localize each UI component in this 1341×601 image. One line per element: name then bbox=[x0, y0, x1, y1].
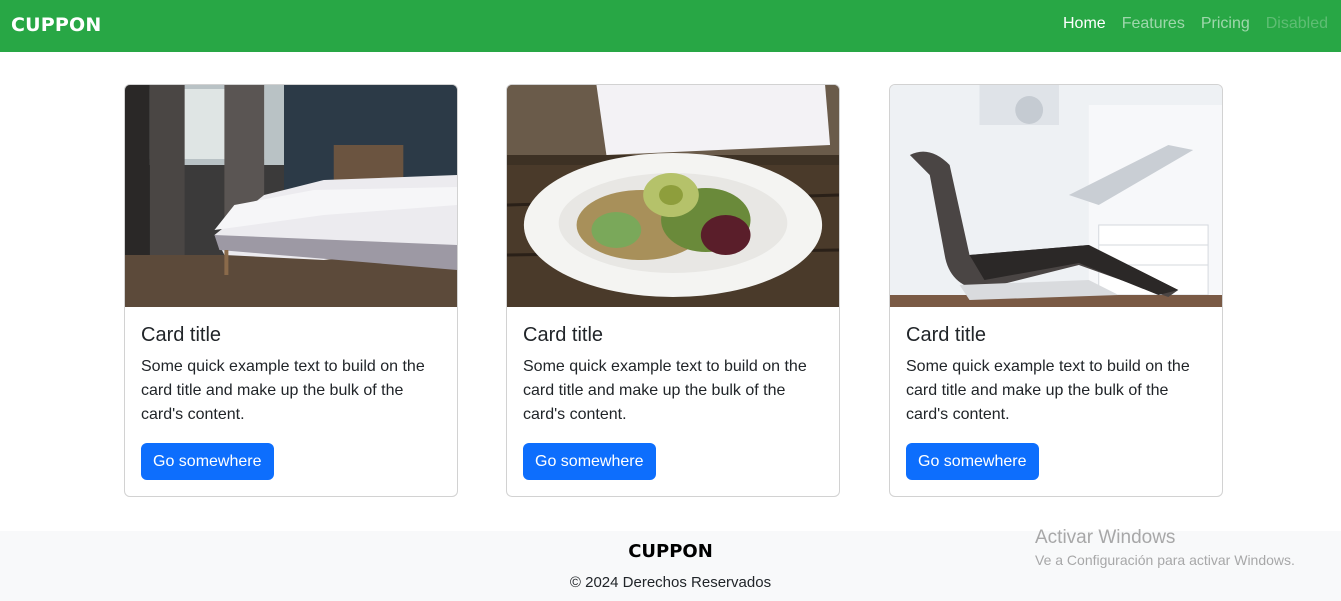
card-3: Card title Some quick example text to bu… bbox=[889, 84, 1223, 497]
card-title: Card title bbox=[906, 324, 987, 346]
card-text: Some quick example text to build on the … bbox=[523, 358, 807, 423]
windows-activation-watermark: Activar Windows Ve a Configuración para … bbox=[1035, 527, 1295, 568]
go-somewhere-button[interactable]: Go somewhere bbox=[141, 443, 274, 481]
go-somewhere-button[interactable]: Go somewhere bbox=[906, 443, 1039, 481]
navbar: CUPPON Home Features Pricing Disabled bbox=[0, 0, 1341, 52]
nav-link-home[interactable]: Home bbox=[1063, 15, 1106, 33]
navbar-brand[interactable]: CUPPON bbox=[11, 14, 101, 36]
card-text: Some quick example text to build on the … bbox=[141, 358, 425, 423]
card-title: Card title bbox=[523, 324, 604, 346]
nav-link-disabled: Disabled bbox=[1265, 15, 1328, 32]
card-title: Card title bbox=[141, 324, 222, 346]
go-somewhere-button[interactable]: Go somewhere bbox=[523, 443, 656, 481]
nav-link-features[interactable]: Features bbox=[1122, 15, 1185, 33]
dental-chair-photo bbox=[890, 85, 1222, 307]
footer-copyright: © 2024 Derechos Reservados bbox=[569, 574, 772, 591]
card-text: Some quick example text to build on the … bbox=[906, 358, 1190, 423]
watermark-subtitle: Ve a Configuración para activar Windows. bbox=[1035, 552, 1295, 568]
watermark-title: Activar Windows bbox=[1035, 527, 1176, 548]
bedroom-photo bbox=[125, 85, 457, 307]
salad-plate-photo bbox=[507, 85, 839, 307]
card-1: Card title Some quick example text to bu… bbox=[124, 84, 458, 497]
card-2: Card title Some quick example text to bu… bbox=[506, 84, 840, 497]
nav-link-pricing[interactable]: Pricing bbox=[1201, 15, 1250, 33]
nav-links: Home Features Pricing Disabled bbox=[1063, 15, 1328, 33]
